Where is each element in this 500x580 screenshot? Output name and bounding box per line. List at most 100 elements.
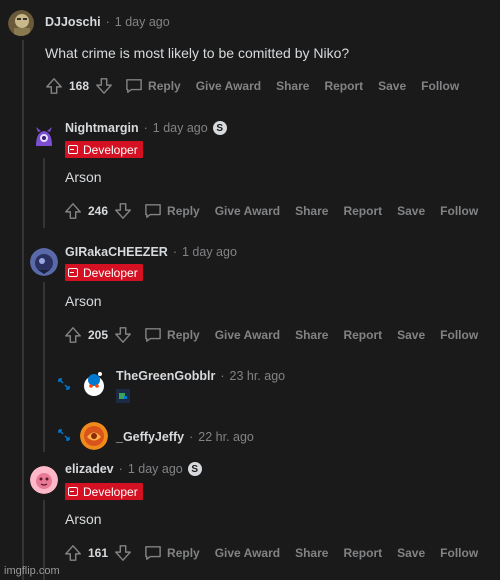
reply-label: Reply: [167, 546, 200, 560]
reply-button[interactable]: Reply: [125, 78, 181, 94]
timestamp[interactable]: 1 day ago: [182, 245, 237, 259]
comment-icon: [145, 204, 161, 218]
upvote-icon[interactable]: [45, 77, 63, 95]
vote-score: 246: [88, 204, 109, 218]
comment-text: Arson: [65, 169, 102, 185]
separator: ·: [105, 15, 110, 29]
vote-score: 205: [88, 328, 109, 342]
avatar[interactable]: [30, 248, 58, 276]
flair-icon: [68, 487, 78, 496]
expand-icon[interactable]: [58, 429, 70, 441]
vote-group: 246: [64, 202, 132, 220]
upvote-icon[interactable]: [64, 544, 82, 562]
reply-button[interactable]: Reply: [144, 327, 200, 343]
downvote-icon[interactable]: [95, 77, 113, 95]
user-avatar-icon: [30, 248, 58, 276]
downvote-icon[interactable]: [114, 202, 132, 220]
share-button[interactable]: Share: [295, 204, 328, 218]
user-avatar-icon: [8, 10, 34, 36]
downvote-icon[interactable]: [114, 326, 132, 344]
report-button[interactable]: Report: [324, 79, 363, 93]
award-icon[interactable]: [116, 389, 130, 403]
follow-button[interactable]: Follow: [440, 546, 478, 560]
user-avatar-icon: [30, 124, 58, 152]
comment-header: elizadev · 1 day ago S: [65, 462, 202, 476]
save-button[interactable]: Save: [397, 328, 425, 342]
comment-header: TheGreenGobblr · 23 hr. ago: [116, 369, 285, 383]
give-award-button[interactable]: Give Award: [215, 546, 280, 560]
timestamp[interactable]: 1 day ago: [115, 15, 170, 29]
separator: ·: [189, 430, 194, 444]
comment-icon: [145, 328, 161, 342]
comment-header: GIRakaCHEEZER · 1 day ago: [65, 245, 237, 259]
vote-score: 161: [88, 546, 109, 560]
avatar[interactable]: [80, 370, 108, 398]
avatar[interactable]: [30, 124, 58, 152]
username[interactable]: TheGreenGobblr: [116, 369, 215, 383]
reply-button[interactable]: Reply: [144, 203, 200, 219]
vote-group: 168: [45, 77, 113, 95]
username[interactable]: GIRakaCHEEZER: [65, 245, 168, 259]
username[interactable]: Nightmargin: [65, 121, 139, 135]
save-button[interactable]: Save: [397, 204, 425, 218]
s-badge-icon: S: [212, 121, 227, 135]
comment-actions: 161 Reply Give Award Share Report Save F…: [64, 544, 493, 562]
report-button[interactable]: Report: [343, 546, 382, 560]
save-button[interactable]: Save: [397, 546, 425, 560]
flair-label: Developer: [83, 142, 138, 157]
thread-line-nightmargin[interactable]: [43, 158, 45, 228]
upvote-icon[interactable]: [64, 202, 82, 220]
comment-icon: [145, 546, 161, 560]
follow-button[interactable]: Follow: [421, 79, 459, 93]
reply-label: Reply: [167, 328, 200, 342]
follow-button[interactable]: Follow: [440, 204, 478, 218]
timestamp[interactable]: 23 hr. ago: [230, 369, 286, 383]
give-award-button[interactable]: Give Award: [196, 79, 261, 93]
flair-label: Developer: [83, 265, 138, 280]
report-button[interactable]: Report: [343, 328, 382, 342]
comment-actions: 168 Reply Give Award Share Report Save F…: [45, 77, 474, 95]
flair-icon: [68, 145, 78, 154]
timestamp[interactable]: 1 day ago: [153, 121, 208, 135]
share-button[interactable]: Share: [295, 328, 328, 342]
downvote-icon[interactable]: [114, 544, 132, 562]
username[interactable]: _GeffyJeffy: [116, 430, 184, 444]
follow-button[interactable]: Follow: [440, 328, 478, 342]
comment-actions: 246 Reply Give Award Share Report Save F…: [64, 202, 493, 220]
user-avatar-icon: [30, 466, 58, 494]
vote-group: 205: [64, 326, 132, 344]
comment-header: Nightmargin · 1 day ago S: [65, 121, 227, 135]
comment-text: Arson: [65, 293, 102, 309]
vote-group: 161: [64, 544, 132, 562]
share-button[interactable]: Share: [276, 79, 309, 93]
username[interactable]: DJJoschi: [45, 15, 101, 29]
thread-line-giraka[interactable]: [43, 282, 45, 452]
comment-icon: [126, 79, 142, 93]
comment-header: _GeffyJeffy · 22 hr. ago: [116, 430, 254, 444]
save-button[interactable]: Save: [378, 79, 406, 93]
comment-text: What crime is most likely to be comitted…: [45, 45, 350, 61]
give-award-button[interactable]: Give Award: [215, 328, 280, 342]
user-avatar-icon: [80, 370, 108, 398]
separator: ·: [172, 245, 177, 259]
expand-icon[interactable]: [58, 378, 70, 390]
avatar[interactable]: [30, 466, 58, 494]
username[interactable]: elizadev: [65, 462, 114, 476]
reply-button[interactable]: Reply: [144, 545, 200, 561]
avatar[interactable]: [80, 422, 108, 450]
give-award-button[interactable]: Give Award: [215, 204, 280, 218]
flair-label: Developer: [83, 484, 138, 499]
thread-line-root[interactable]: [22, 40, 24, 580]
reply-label: Reply: [148, 79, 181, 93]
comment-actions: 205 Reply Give Award Share Report Save F…: [64, 326, 493, 344]
report-button[interactable]: Report: [343, 204, 382, 218]
avatar[interactable]: [8, 10, 34, 36]
user-flair: Developer: [65, 483, 143, 500]
separator: ·: [143, 121, 148, 135]
vote-score: 168: [69, 79, 90, 93]
share-button[interactable]: Share: [295, 546, 328, 560]
timestamp[interactable]: 22 hr. ago: [198, 430, 254, 444]
comment-header: DJJoschi · 1 day ago: [45, 15, 170, 29]
upvote-icon[interactable]: [64, 326, 82, 344]
timestamp[interactable]: 1 day ago: [128, 462, 183, 476]
